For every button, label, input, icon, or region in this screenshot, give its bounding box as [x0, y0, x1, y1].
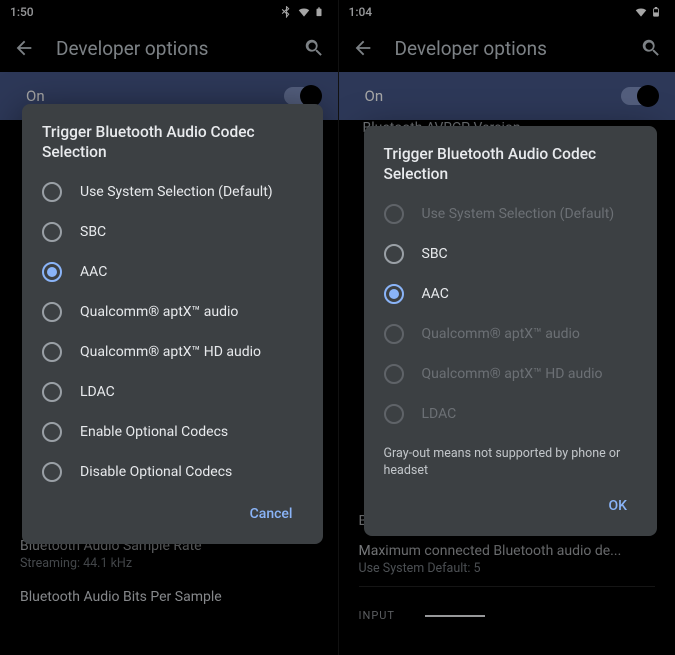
codec-option[interactable]: Enable Optional Codecs: [42, 412, 303, 452]
option-label: Use System Selection (Default): [422, 206, 615, 222]
codec-option[interactable]: SBC: [42, 212, 303, 252]
option-label: Disable Optional Codecs: [80, 464, 232, 480]
radio-icon: [42, 222, 62, 242]
radio-icon: [384, 324, 404, 344]
option-label: Qualcomm® aptX™ audio: [80, 304, 238, 320]
option-label: Qualcomm® aptX™ HD audio: [422, 366, 603, 382]
radio-icon: [42, 382, 62, 402]
option-label: LDAC: [80, 384, 115, 400]
codec-option: LDAC: [384, 394, 638, 434]
radio-icon: [42, 302, 62, 322]
ok-button[interactable]: OK: [599, 492, 638, 520]
radio-icon: [42, 262, 62, 282]
codec-option[interactable]: SBC: [384, 234, 638, 274]
codec-option: Qualcomm® aptX™ HD audio: [384, 354, 638, 394]
dialog-title: Trigger Bluetooth Audio Codec Selection: [384, 144, 638, 184]
option-label: LDAC: [422, 406, 457, 422]
cancel-button[interactable]: Cancel: [240, 500, 303, 528]
radio-icon: [384, 244, 404, 264]
radio-icon: [384, 404, 404, 424]
option-label: SBC: [422, 246, 448, 262]
codec-option[interactable]: Qualcomm® aptX™ audio: [42, 292, 303, 332]
phone-right: 1:04 Developer options On Bluetooth AVRC…: [338, 0, 675, 655]
codec-option[interactable]: Disable Optional Codecs: [42, 452, 303, 492]
codec-dialog: Trigger Bluetooth Audio Codec Selection …: [22, 104, 323, 544]
radio-icon: [42, 182, 62, 202]
option-label: Qualcomm® aptX™ HD audio: [80, 344, 261, 360]
codec-option[interactable]: Qualcomm® aptX™ HD audio: [42, 332, 303, 372]
radio-icon: [384, 284, 404, 304]
codec-option[interactable]: LDAC: [42, 372, 303, 412]
option-label: SBC: [80, 224, 106, 240]
radio-icon: [42, 342, 62, 362]
radio-icon: [42, 422, 62, 442]
codec-option[interactable]: AAC: [42, 252, 303, 292]
option-label: Use System Selection (Default): [80, 184, 273, 200]
option-label: AAC: [80, 264, 107, 280]
dialog-title: Trigger Bluetooth Audio Codec Selection: [42, 122, 303, 162]
option-label: Qualcomm® aptX™ audio: [422, 326, 580, 342]
codec-option: Use System Selection (Default): [384, 194, 638, 234]
codec-option[interactable]: AAC: [384, 274, 638, 314]
radio-icon: [384, 364, 404, 384]
dialog-footer-text: Gray-out means not supported by phone or…: [384, 446, 638, 480]
option-label: AAC: [422, 286, 449, 302]
phone-left: 1:50 Developer options On Bluetoot: [0, 0, 338, 655]
option-label: Enable Optional Codecs: [80, 424, 228, 440]
codec-option[interactable]: Use System Selection (Default): [42, 172, 303, 212]
radio-icon: [42, 462, 62, 482]
codec-option: Qualcomm® aptX™ audio: [384, 314, 638, 354]
radio-icon: [384, 204, 404, 224]
codec-dialog: Trigger Bluetooth Audio Codec Selection …: [364, 126, 658, 536]
